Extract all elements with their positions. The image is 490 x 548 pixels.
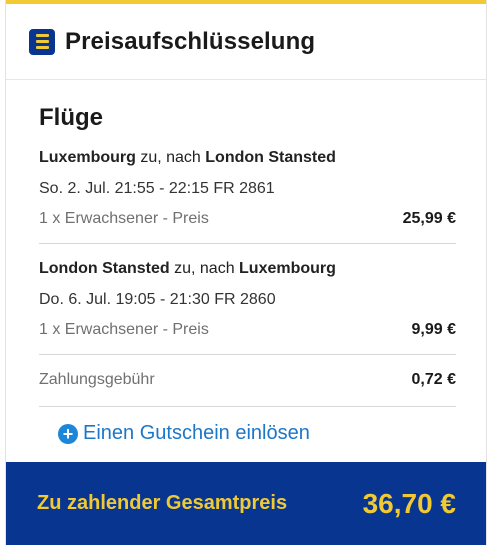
divider	[39, 354, 456, 355]
payment-fee-label: Zahlungsgebühr	[39, 371, 155, 388]
plus-circle-icon: +	[58, 423, 78, 444]
passenger-fare-label: 1 x Erwachsener - Preis	[39, 210, 209, 227]
total-price-bar: Zu zahlender Gesamtpreis 36,70 €	[6, 462, 486, 545]
payment-fee-price: 0,72 €	[411, 371, 456, 388]
redeem-voucher-label: Einen Gutschein einlösen	[83, 422, 310, 444]
flight-connector: zu, nach	[169, 260, 240, 277]
fare-price: 25,99 €	[402, 210, 456, 227]
flight-item-outbound: Luxembourg zu, nach London Stansted So. …	[39, 148, 456, 229]
flight-route: Luxembourg zu, nach London Stansted	[39, 148, 456, 168]
fare-row: 1 x Erwachsener - Preis 25,99 €	[39, 209, 456, 229]
page-title: Preisaufschlüsselung	[65, 27, 316, 55]
flight-destination: London Stansted	[205, 149, 336, 166]
total-price-value: 36,70 €	[362, 487, 456, 519]
divider	[39, 406, 456, 407]
passenger-fare-label: 1 x Erwachsener - Preis	[39, 321, 209, 338]
payment-fee-row: Zahlungsgebühr 0,72 €	[39, 370, 456, 390]
fare-row: 1 x Erwachsener - Preis 9,99 €	[39, 320, 456, 340]
flight-connector: zu, nach	[135, 149, 206, 166]
flight-item-return: London Stansted zu, nach Luxembourg Do. …	[39, 259, 456, 340]
redeem-voucher-link[interactable]: + Einen Gutschein einlösen	[58, 422, 310, 445]
flight-schedule: So. 2. Jul. 21:55 - 22:15 FR 2861	[39, 180, 275, 197]
fare-price: 9,99 €	[411, 321, 456, 338]
flight-destination: Luxembourg	[239, 260, 336, 277]
divider	[39, 243, 456, 244]
section-title-flights: Flüge	[39, 104, 103, 131]
flight-schedule: Do. 6. Jul. 19:05 - 21:30 FR 2860	[39, 291, 276, 308]
total-price-label: Zu zahlender Gesamtpreis	[37, 492, 288, 514]
price-breakdown-card: Preisaufschlüsselung Flüge Luxembourg zu…	[5, 0, 487, 545]
flight-route: London Stansted zu, nach Luxembourg	[39, 259, 456, 279]
list-icon	[29, 28, 55, 55]
flight-origin: London Stansted	[39, 260, 170, 277]
flight-origin: Luxembourg	[39, 149, 136, 166]
card-header: Preisaufschlüsselung	[6, 4, 486, 80]
